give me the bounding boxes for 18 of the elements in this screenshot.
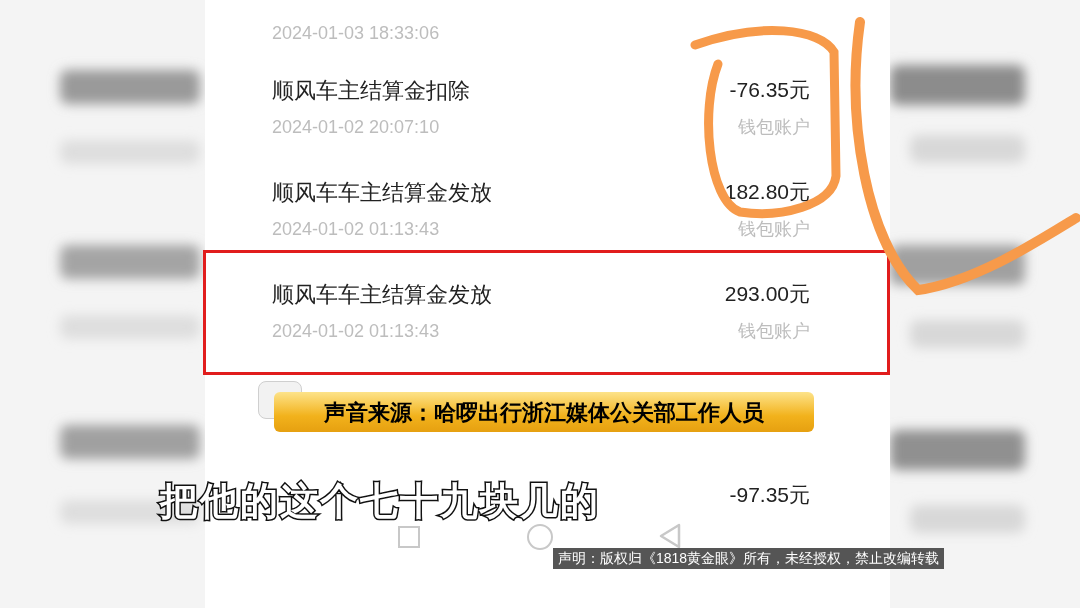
square-icon[interactable] — [398, 526, 420, 548]
account-label: 钱包账户 — [738, 319, 810, 343]
transaction-title: 顺风车车主结算金发放 — [272, 280, 492, 309]
transaction-time: 2024-01-02 01:13:43 — [272, 217, 440, 241]
transaction-time: 2024-01-02 01:13:43 — [272, 319, 440, 343]
disclaimer: 声明：版权归《1818黄金眼》所有，未经授权，禁止改编转载 — [553, 548, 945, 569]
transaction-amount: -97.35元 — [729, 482, 810, 509]
caption-banner: 声音来源：哈啰出行浙江媒体公关部工作人员 — [274, 392, 814, 432]
transaction-amount: -76.35元 — [729, 77, 810, 104]
transaction-time: 2024-01-03 18:33:06 — [272, 21, 440, 45]
account-label: 钱包账户 — [738, 115, 810, 139]
transaction-time: 2024-01-02 20:07:10 — [272, 115, 440, 139]
back-icon[interactable] — [658, 523, 682, 549]
transaction-amount: 182.80元 — [724, 179, 810, 206]
transaction-title: 顺风车主结算金扣除 — [272, 76, 470, 105]
transaction-title: 顺风车车主结算金发放 — [272, 178, 492, 207]
account-label: 钱包账户 — [738, 217, 810, 241]
transaction-amount: 293.00元 — [724, 281, 810, 308]
